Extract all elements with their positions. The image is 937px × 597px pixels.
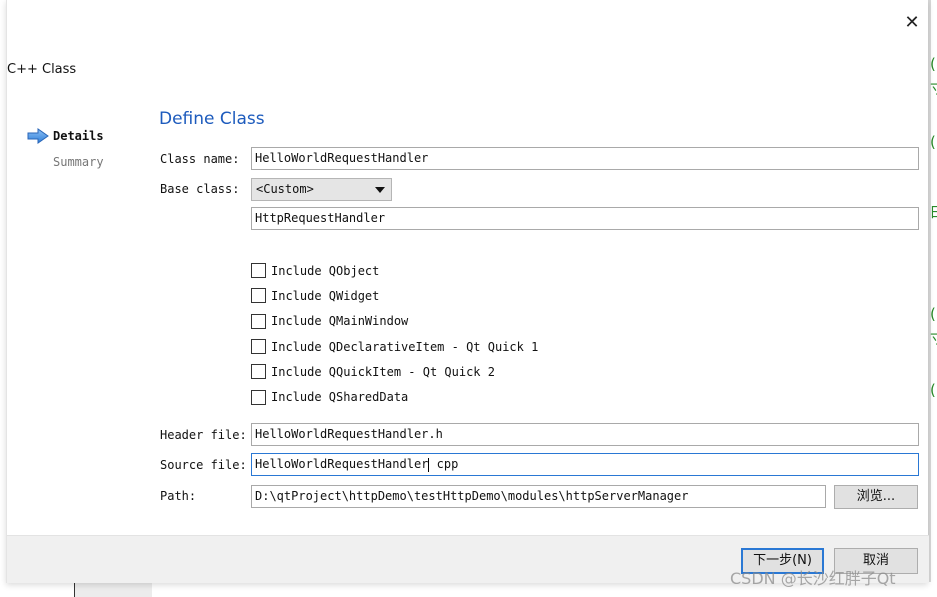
arrow-right-icon xyxy=(27,128,49,144)
header-file-label: Header file: xyxy=(160,428,247,442)
step-label: Summary xyxy=(53,155,104,169)
include-qquickitem-checkbox[interactable]: Include QQuickItem - Qt Quick 2 xyxy=(251,359,538,384)
chevron-down-icon xyxy=(375,187,385,193)
browse-button[interactable]: 浏览... xyxy=(834,485,918,509)
checkbox-label: Include QMainWindow xyxy=(271,314,409,329)
header-file-input[interactable]: HelloWorldRequestHandler.h xyxy=(251,423,919,446)
base-class-selected: <Custom> xyxy=(256,182,314,196)
checkbox-box[interactable] xyxy=(251,389,266,405)
step-summary: Summary xyxy=(27,153,104,171)
custom-base-class-value: HttpRequestHandler xyxy=(255,211,386,225)
step-label: Details xyxy=(53,129,104,143)
checkbox-box[interactable] xyxy=(251,288,266,304)
watermark: CSDN @长沙红胖子Qt xyxy=(730,569,896,588)
path-value: D:\qtProject\httpDemo\testHttpDemo\modul… xyxy=(255,489,689,503)
editor-gutter xyxy=(74,582,152,597)
base-class-select[interactable]: <Custom> xyxy=(251,178,392,201)
background-code-glyph: ( xyxy=(930,55,936,73)
checkbox-label: Include QDeclarativeItem - Qt Quick 1 xyxy=(271,339,539,354)
checkbox-label: Include QQuickItem - Qt Quick 2 xyxy=(271,364,495,379)
base-class-label: Base class: xyxy=(160,182,240,196)
checkbox-box[interactable] xyxy=(251,364,266,380)
include-options: Include QObject Include QWidget Include … xyxy=(251,258,538,410)
checkbox-box[interactable] xyxy=(251,263,266,279)
wizard-steps: Details Summary xyxy=(27,127,104,179)
background-code-glyph: 寸 xyxy=(930,330,937,346)
include-qdeclarativeitem-checkbox[interactable]: Include QDeclarativeItem - Qt Quick 1 xyxy=(251,334,538,359)
background-code-glyph: 寸 xyxy=(930,80,937,96)
checkbox-box[interactable] xyxy=(251,339,266,355)
class-name-value: HelloWorldRequestHandler xyxy=(255,151,429,165)
close-button[interactable]: ✕ xyxy=(901,12,923,34)
checkbox-label: Include QObject xyxy=(271,263,380,278)
background-code-glyph: ( xyxy=(930,133,936,151)
step-details: Details xyxy=(27,127,104,145)
close-icon: ✕ xyxy=(904,12,920,33)
checkbox-label: Include QWidget xyxy=(271,288,380,303)
class-name-input[interactable]: HelloWorldRequestHandler xyxy=(251,147,919,170)
new-class-wizard-dialog: ✕ C++ Class Details Summary Define Class… xyxy=(6,0,929,583)
include-qshareddata-checkbox[interactable]: Include QSharedData xyxy=(251,384,538,409)
include-qobject-checkbox[interactable]: Include QObject xyxy=(251,258,538,283)
include-qwidget-checkbox[interactable]: Include QWidget xyxy=(251,283,538,308)
class-name-label: Class name: xyxy=(160,152,240,166)
checkbox-box[interactable] xyxy=(251,313,266,329)
checkbox-label: Include QSharedData xyxy=(271,390,409,405)
page-title: Define Class xyxy=(159,109,265,129)
header-file-value: HelloWorldRequestHandler.h xyxy=(255,427,443,441)
dialog-title: C++ Class xyxy=(7,62,77,77)
source-file-value: HelloWorldRequestHandler xyxy=(255,457,429,471)
background-code-glyph: 曰 xyxy=(930,204,937,220)
source-file-value-suffix: cpp xyxy=(429,457,459,471)
source-file-label: Source file: xyxy=(160,458,247,472)
background-code-glyph: ( xyxy=(930,305,936,323)
source-file-input[interactable]: HelloWorldRequestHandler cpp xyxy=(251,453,919,476)
include-qmainwindow-checkbox[interactable]: Include QMainWindow xyxy=(251,309,538,334)
path-label: Path: xyxy=(160,489,197,503)
path-input[interactable]: D:\qtProject\httpDemo\testHttpDemo\modul… xyxy=(251,485,826,508)
background-code-glyph: ( xyxy=(930,381,936,399)
custom-base-class-input[interactable]: HttpRequestHandler xyxy=(251,207,919,230)
